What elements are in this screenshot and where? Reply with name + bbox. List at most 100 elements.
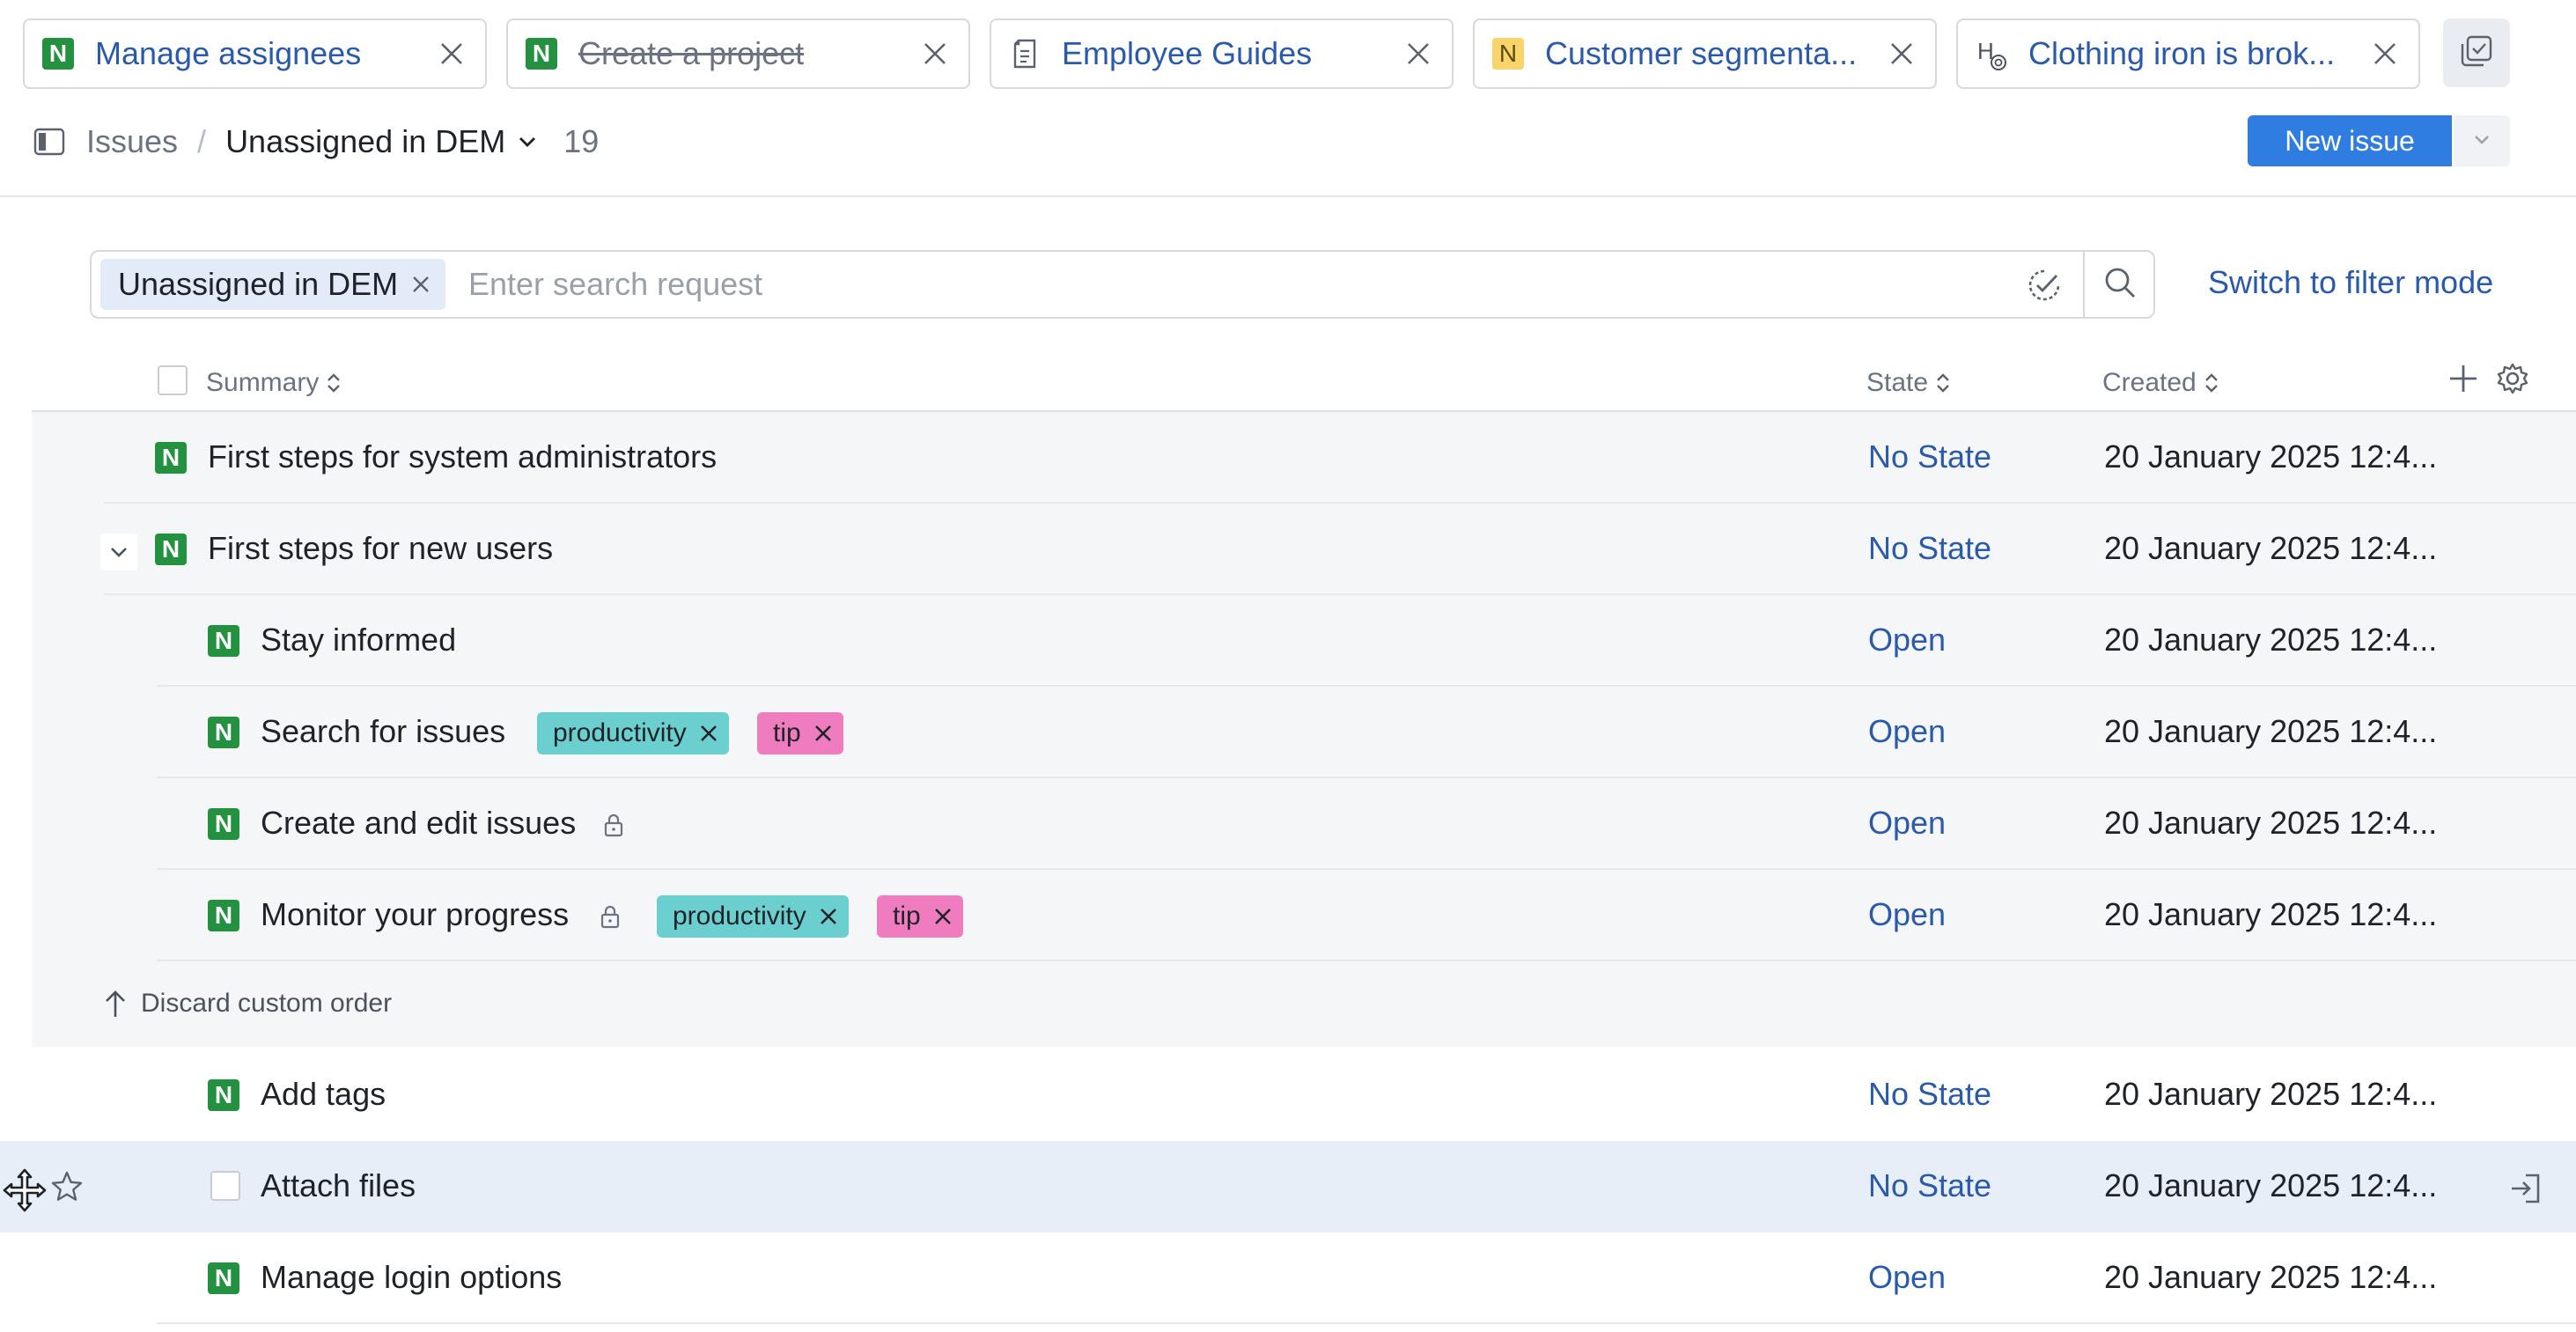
select-all-checkbox[interactable]	[158, 365, 188, 395]
issue-state[interactable]: Open	[1868, 622, 1946, 659]
new-issue-button[interactable]: New issue	[2248, 115, 2452, 166]
issue-summary[interactable]: First steps for new users	[208, 530, 553, 567]
tab-manage-assignees[interactable]: N Manage assignees	[23, 18, 487, 89]
tab-create-a-project[interactable]: N Create a project	[506, 18, 970, 89]
n-badge-icon: N	[526, 38, 557, 70]
close-icon[interactable]	[1401, 36, 1436, 71]
table-row[interactable]: N First steps for new users No State 20 …	[100, 504, 2576, 595]
issue-summary[interactable]: Create and edit issues	[261, 805, 576, 842]
sort-icon	[2204, 370, 2223, 396]
arrow-up-icon	[104, 988, 130, 1019]
close-icon[interactable]	[434, 36, 469, 71]
issue-state[interactable]: No State	[1868, 1167, 1991, 1204]
issue-state[interactable]: Open	[1868, 713, 1946, 750]
tag-label: tip	[773, 718, 801, 747]
close-icon[interactable]	[812, 722, 835, 745]
tab-employee-guides[interactable]: Employee Guides	[990, 18, 1454, 89]
discard-custom-order-button[interactable]: Discard custom order	[104, 988, 392, 1019]
table-row[interactable]: N Add tags No State 20 January 2025 12:4…	[157, 1049, 2576, 1141]
n-badge-icon: N	[208, 808, 239, 840]
helpdesk-icon: H	[1976, 38, 2007, 70]
issue-created: 20 January 2025 12:4...	[2104, 438, 2438, 475]
issue-created: 20 January 2025 12:4...	[2104, 1259, 2438, 1295]
drag-handle-icon[interactable]	[0, 1166, 49, 1215]
tag-productivity[interactable]: productivity	[537, 712, 729, 754]
issue-created: 20 January 2025 12:4...	[2104, 1076, 2438, 1112]
table-row[interactable]: N Monitor your progress productivity tip…	[157, 870, 2576, 961]
issue-summary[interactable]: First steps for system administrators	[208, 438, 717, 475]
issue-summary[interactable]: Attach files	[261, 1167, 416, 1204]
issue-summary[interactable]: Stay informed	[261, 622, 456, 659]
open-issue-icon[interactable]	[2506, 1169, 2544, 1208]
close-icon[interactable]	[931, 905, 954, 928]
tag-label: tip	[893, 901, 921, 931]
chevron-down-icon[interactable]	[516, 129, 542, 155]
issue-state[interactable]: Open	[1868, 1259, 1946, 1296]
table-row[interactable]: N First steps for system administrators …	[104, 412, 2576, 504]
column-header-created[interactable]: Created	[2102, 368, 2223, 398]
issue-state[interactable]: No State	[1868, 530, 1991, 567]
close-icon[interactable]	[697, 722, 720, 745]
issue-created: 20 January 2025 12:4...	[2104, 805, 2438, 841]
tag-label: productivity	[673, 901, 806, 931]
row-checkbox[interactable]	[210, 1171, 240, 1201]
tab-customer-segmentation[interactable]: N Customer segmenta...	[1473, 18, 1937, 89]
tab-label: Employee Guides	[1062, 35, 1313, 71]
close-icon[interactable]	[917, 36, 953, 71]
tag-tip[interactable]: tip	[757, 712, 843, 754]
add-column-icon[interactable]	[2446, 361, 2481, 396]
search-context-chip[interactable]: Unassigned in DEM	[100, 259, 446, 310]
issue-summary[interactable]: Add tags	[261, 1076, 386, 1113]
column-label: State	[1866, 368, 1929, 397]
close-icon[interactable]	[817, 905, 840, 928]
table-row[interactable]: N Search for issues productivity tip Ope…	[157, 687, 2576, 778]
column-label: Created	[2102, 368, 2197, 397]
chip-label: Unassigned in DEM	[118, 266, 399, 302]
close-icon[interactable]	[408, 272, 433, 297]
gear-icon[interactable]	[2495, 361, 2530, 396]
column-header-summary[interactable]: Summary	[206, 368, 345, 398]
close-icon[interactable]	[1884, 36, 1919, 71]
issue-state[interactable]: Open	[1868, 805, 1946, 842]
row-divider	[157, 960, 2576, 961]
table-row[interactable]: N Stay informed Open 20 January 2025 12:…	[157, 595, 2576, 687]
n-badge-icon: N	[208, 625, 239, 657]
n-badge-icon: N	[208, 1079, 239, 1111]
document-icon	[1009, 38, 1041, 70]
search-input[interactable]	[468, 261, 2088, 308]
tab-clothing-iron[interactable]: H Clothing iron is brok...	[1956, 18, 2420, 89]
table-row[interactable]: N Create and edit issues Open 20 January…	[157, 778, 2576, 870]
row-divider	[157, 1322, 2576, 1324]
issue-created: 20 January 2025 12:4...	[2104, 713, 2438, 749]
issue-state[interactable]: No State	[1868, 438, 1991, 475]
issue-summary[interactable]: Manage login options	[261, 1259, 562, 1296]
query-assist-icon[interactable]	[2027, 268, 2062, 303]
discard-label: Discard custom order	[141, 989, 393, 1018]
saved-search-title[interactable]: Unassigned in DEM	[225, 123, 505, 160]
chevron-down-icon[interactable]	[100, 534, 137, 570]
tab-bar: N Manage assignees N Create a project Em…	[23, 18, 2420, 89]
sidebar-toggle-icon[interactable]	[32, 124, 67, 159]
issue-count: 19	[563, 123, 600, 159]
n-badge-icon: N	[1492, 38, 1524, 70]
sort-icon	[1935, 370, 1954, 396]
switch-to-filter-mode-link[interactable]: Switch to filter mode	[2208, 264, 2493, 301]
tag-productivity[interactable]: productivity	[657, 895, 849, 938]
issue-state[interactable]: Open	[1868, 896, 1946, 933]
breadcrumb-issues-link[interactable]: Issues	[86, 123, 178, 160]
n-badge-icon: N	[155, 534, 187, 565]
lock-icon	[600, 810, 627, 840]
search-box: Unassigned in DEM	[90, 250, 2155, 319]
issue-summary[interactable]: Monitor your progress	[261, 896, 569, 933]
star-icon[interactable]	[48, 1167, 86, 1206]
table-row[interactable]: N Manage login options Open 20 January 2…	[157, 1233, 2576, 1324]
tag-tip[interactable]: tip	[877, 895, 963, 938]
issue-state[interactable]: No State	[1868, 1076, 1991, 1113]
search-button[interactable]	[2085, 252, 2155, 317]
column-header-state[interactable]: State	[1866, 368, 1954, 398]
issue-summary[interactable]: Search for issues	[261, 713, 505, 750]
tabs-overview-button[interactable]	[2443, 18, 2510, 87]
new-issue-dropdown-button[interactable]	[2454, 115, 2510, 166]
close-icon[interactable]	[2367, 36, 2403, 71]
table-row[interactable]: Attach files No State 20 January 2025 12…	[0, 1141, 2576, 1233]
